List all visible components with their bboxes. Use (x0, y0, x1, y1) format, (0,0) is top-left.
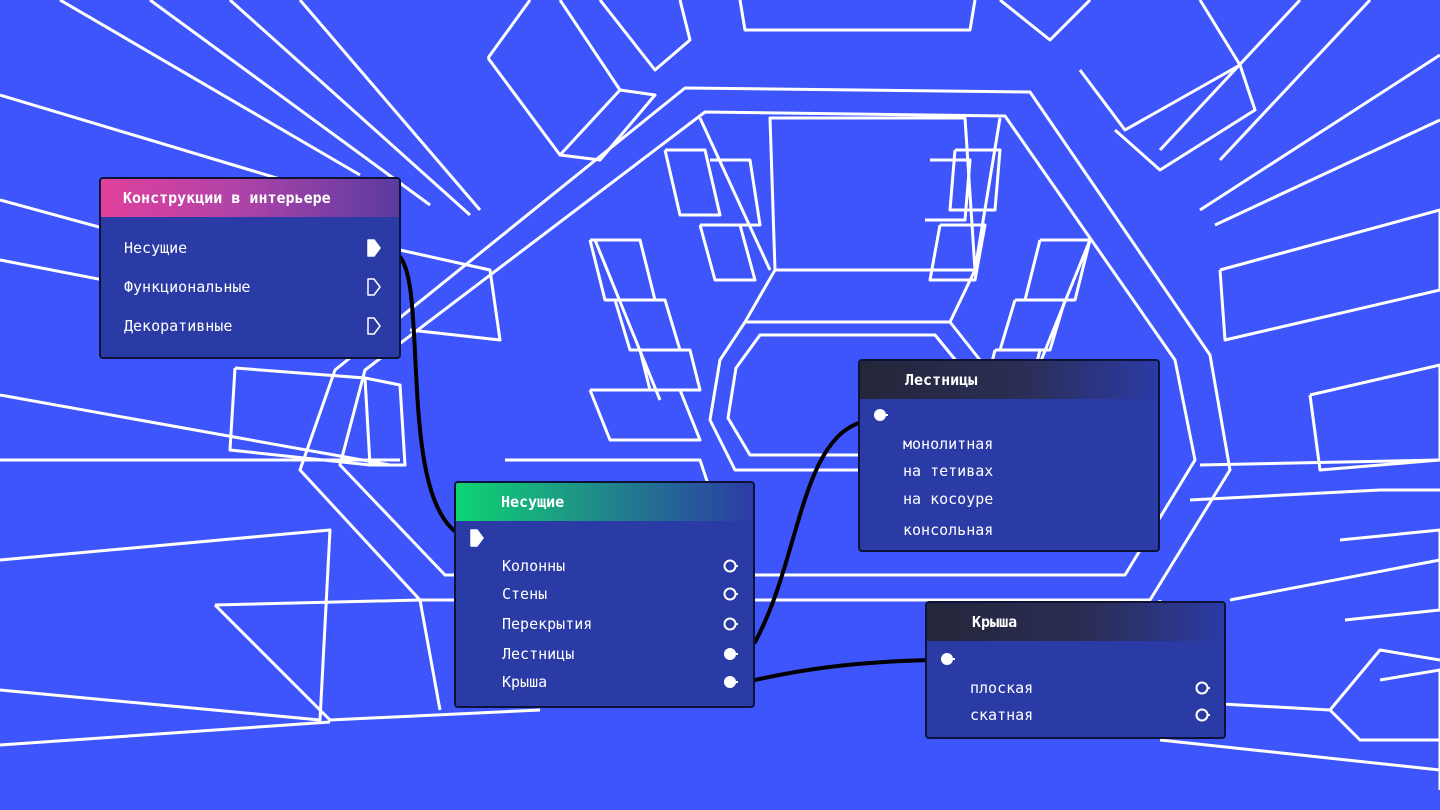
output-label: Декоративные (124, 317, 233, 335)
list-item: на тетивах (860, 458, 1158, 484)
port-circle-filled-icon[interactable] (940, 651, 956, 667)
output-label: плоская (970, 679, 1034, 697)
node-output-row: Стены (456, 581, 753, 607)
node-bearing[interactable]: Несущие Колонны Стены Перекрытия Лестниц… (454, 481, 755, 708)
node-output-row: плоская (927, 675, 1224, 701)
port-arrow-outline-icon[interactable] (366, 317, 382, 335)
port-circle-outline-icon[interactable] (723, 616, 739, 632)
node-constructions-header[interactable]: Конструкции в интерьере (101, 179, 399, 217)
stair-type-label: консольная (903, 521, 994, 539)
port-arrow-filled-icon[interactable] (469, 529, 485, 547)
node-output-row: Крыша (456, 669, 753, 695)
port-circle-filled-icon[interactable] (723, 674, 739, 690)
list-item: монолитная (860, 431, 1158, 457)
list-item: на косоуре (860, 486, 1158, 512)
node-title: Лестницы (905, 371, 978, 389)
output-label: Лестницы (502, 645, 575, 663)
node-bearing-header[interactable]: Несущие (456, 483, 753, 521)
output-label: Стены (502, 585, 548, 603)
node-title: Конструкции в интерьере (123, 189, 331, 207)
node-roof[interactable]: Крыша плоская скатная (925, 601, 1226, 739)
stair-type-label: на косоуре (903, 490, 994, 508)
node-output-row: Лестницы (456, 641, 753, 667)
stair-type-label: на тетивах (903, 462, 994, 480)
node-title: Несущие (501, 493, 565, 511)
node-stairs-header[interactable]: Лестницы (860, 361, 1158, 399)
port-arrow-outline-icon[interactable] (366, 278, 382, 296)
output-label: Функциональные (124, 278, 251, 296)
output-label: Колонны (502, 557, 566, 575)
output-label: Крыша (502, 673, 548, 691)
node-output-row: Колонны (456, 553, 753, 579)
stair-type-label: монолитная (903, 435, 994, 453)
port-circle-outline-icon[interactable] (1195, 680, 1211, 696)
output-label: скатная (970, 706, 1034, 724)
node-title: Крыша (972, 613, 1018, 631)
node-output-row: скатная (927, 702, 1224, 728)
port-circle-filled-icon[interactable] (873, 407, 889, 423)
node-output-row: Функциональные (101, 274, 399, 300)
node-output-row: Перекрытия (456, 611, 753, 637)
node-output-row: Декоративные (101, 313, 399, 339)
node-output-row: Несущие (101, 235, 399, 261)
node-stairs[interactable]: Лестницы монолитная на тетивах на косоур… (858, 359, 1160, 552)
output-label: Перекрытия (502, 615, 593, 633)
node-roof-header[interactable]: Крыша (927, 603, 1224, 641)
port-circle-outline-icon[interactable] (723, 586, 739, 602)
node-constructions[interactable]: Конструкции в интерьере Несущие Функцион… (99, 177, 401, 359)
port-arrow-filled-icon[interactable] (366, 239, 382, 257)
output-label: Несущие (124, 239, 188, 257)
port-circle-outline-icon[interactable] (723, 558, 739, 574)
list-item: консольная (860, 517, 1158, 543)
port-circle-outline-icon[interactable] (1195, 707, 1211, 723)
port-circle-filled-icon[interactable] (723, 646, 739, 662)
